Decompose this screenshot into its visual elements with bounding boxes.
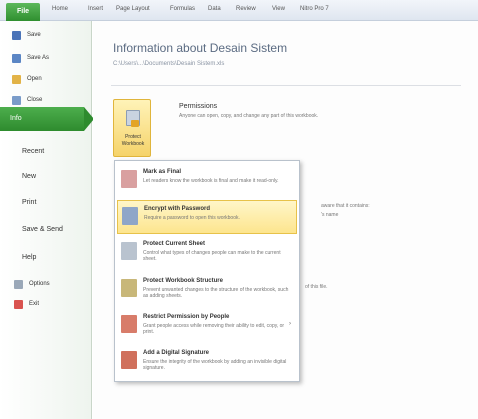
partial-text: aware that it contains: bbox=[321, 203, 370, 209]
close-label: Close bbox=[27, 97, 43, 103]
menu-item-add-digital-signature[interactable]: Add a Digital Signature Ensure the integ… bbox=[117, 345, 297, 379]
save-as-label: Save As bbox=[27, 55, 50, 61]
menu-item-title: Add a Digital Signature bbox=[143, 350, 210, 356]
sidebar-item-new[interactable]: New bbox=[22, 173, 36, 180]
sidebar-item-print[interactable]: Print bbox=[22, 199, 36, 206]
ribbon-tab-bar: File Home Insert Page Layout Formulas Da… bbox=[0, 0, 478, 21]
tab-review[interactable]: Review bbox=[236, 6, 256, 12]
open-folder-icon bbox=[12, 74, 21, 84]
save-command[interactable]: Save bbox=[12, 29, 41, 41]
open-label: Open bbox=[27, 76, 42, 82]
menu-item-restrict-permission[interactable]: Restrict Permission by People Grant peop… bbox=[117, 309, 297, 343]
menu-item-title: Protect Workbook Structure bbox=[143, 278, 223, 284]
tab-nitro-pro[interactable]: Nitro Pro 7 bbox=[300, 6, 329, 12]
encrypt-lock-icon bbox=[122, 207, 138, 225]
menu-item-mark-as-final[interactable]: Mark as Final Let readers know the workb… bbox=[117, 164, 297, 198]
menu-item-desc: Prevent unwanted changes to the structur… bbox=[143, 287, 289, 299]
exit-label: Exit bbox=[29, 301, 40, 307]
tab-page-layout[interactable]: Page Layout bbox=[116, 6, 150, 12]
menu-item-desc: Grant people access while removing their… bbox=[143, 323, 285, 335]
close-command[interactable]: Close bbox=[12, 94, 42, 106]
exit-command[interactable]: Exit bbox=[14, 298, 39, 310]
divider bbox=[111, 85, 461, 86]
menu-item-title: Encrypt with Password bbox=[144, 206, 211, 212]
protect-sheet-icon bbox=[121, 242, 137, 260]
permissions-description: Anyone can open, copy, and change any pa… bbox=[179, 113, 319, 119]
menu-item-protect-current-sheet[interactable]: Protect Current Sheet Control what types… bbox=[117, 236, 297, 270]
menu-item-desc: Let readers know the workbook is final a… bbox=[143, 178, 279, 184]
page-title: Information about Desain Sistem bbox=[113, 41, 288, 55]
open-command[interactable]: Open bbox=[12, 73, 42, 85]
protect-workbook-menu: Mark as Final Let readers know the workb… bbox=[114, 160, 300, 382]
tab-insert[interactable]: Insert bbox=[88, 6, 103, 12]
protect-label-line2: Workbook bbox=[121, 141, 145, 147]
restrict-permission-icon bbox=[121, 315, 137, 333]
protect-label-line1: Protect bbox=[125, 134, 141, 140]
menu-item-title: Restrict Permission by People bbox=[143, 314, 230, 320]
save-icon bbox=[12, 30, 21, 40]
menu-item-desc: Ensure the integrity of the workbook by … bbox=[143, 359, 287, 371]
options-command[interactable]: Options bbox=[14, 278, 50, 290]
backstage-sidebar: Save Save As Open Close Info Recent New … bbox=[0, 21, 94, 419]
file-tab[interactable]: File bbox=[6, 3, 40, 21]
options-icon bbox=[14, 279, 23, 289]
close-file-icon bbox=[12, 95, 21, 105]
protect-workbook-button[interactable]: Protect Workbook bbox=[113, 99, 151, 157]
menu-item-encrypt-with-password[interactable]: Encrypt with Password Require a password… bbox=[117, 200, 297, 234]
tab-view[interactable]: View bbox=[272, 6, 285, 12]
menu-item-desc: Control what types of changes people can… bbox=[143, 250, 281, 262]
protect-structure-icon bbox=[121, 279, 137, 297]
sidebar-item-help[interactable]: Help bbox=[22, 254, 36, 261]
save-as-icon bbox=[12, 53, 21, 63]
permissions-heading: Permissions bbox=[179, 103, 218, 110]
partial-text: of this file. bbox=[305, 284, 328, 290]
save-label: Save bbox=[27, 32, 41, 38]
tab-data[interactable]: Data bbox=[208, 6, 221, 12]
menu-item-title: Protect Current Sheet bbox=[143, 241, 206, 247]
file-path: C:\Users\...\Documents\Desain Sistem.xls bbox=[113, 61, 225, 67]
save-as-command[interactable]: Save As bbox=[12, 52, 49, 64]
sidebar-item-save-send[interactable]: Save & Send bbox=[22, 226, 63, 233]
lock-icon bbox=[131, 120, 139, 127]
tab-home[interactable]: Home bbox=[52, 6, 68, 12]
mark-final-icon bbox=[121, 170, 137, 188]
menu-item-desc: Require a password to open this workbook… bbox=[144, 215, 240, 221]
digital-signature-icon bbox=[121, 351, 137, 369]
options-label: Options bbox=[29, 281, 50, 287]
sidebar-item-recent[interactable]: Recent bbox=[22, 148, 44, 155]
sidebar-item-info[interactable]: Info bbox=[0, 107, 94, 131]
menu-item-protect-workbook-structure[interactable]: Protect Workbook Structure Prevent unwan… bbox=[117, 273, 297, 307]
exit-icon bbox=[14, 299, 23, 309]
chevron-right-icon: › bbox=[289, 321, 291, 327]
menu-item-title: Mark as Final bbox=[143, 169, 182, 175]
tab-formulas[interactable]: Formulas bbox=[170, 6, 195, 12]
partial-text: 's name bbox=[321, 212, 339, 218]
